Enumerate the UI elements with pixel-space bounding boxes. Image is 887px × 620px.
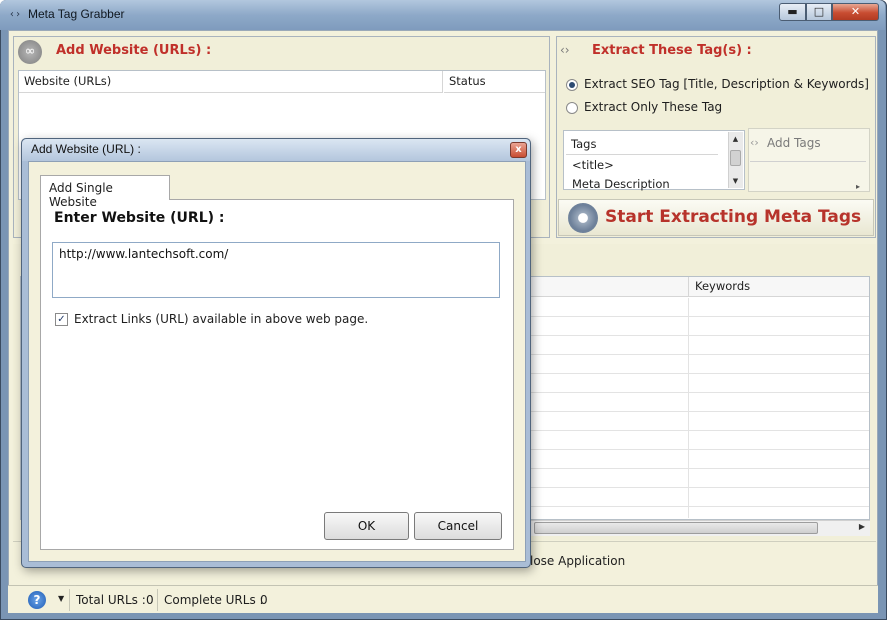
window-title: Meta Tag Grabber <box>28 7 125 21</box>
dialog-title: Add Website (URL) : <box>31 142 141 156</box>
extract-links-checkbox-label[interactable]: Extract Links (URL) available in above w… <box>74 312 368 326</box>
website-url-input[interactable]: http://www.lantechsoft.com/ <box>52 242 500 298</box>
scroll-down-icon[interactable]: ▼ <box>728 174 743 188</box>
scroll-up-icon[interactable]: ▲ <box>728 132 743 146</box>
ok-button[interactable]: OK <box>324 512 409 540</box>
seo-tag-radio-label[interactable]: Extract SEO Tag [Title, Description & Ke… <box>584 77 869 91</box>
column-header-website[interactable]: Website (URLs) <box>19 71 443 93</box>
tag-list-item[interactable]: <title> <box>572 158 614 172</box>
start-extracting-label[interactable]: Start Extracting Meta Tags <box>605 207 861 227</box>
tag-list-item[interactable]: Meta Description <box>572 177 670 191</box>
complete-urls-value: 0 <box>260 593 268 607</box>
complete-urls-label: Complete URLs : <box>164 593 264 607</box>
dialog-close-icon[interactable]: x <box>510 142 527 158</box>
extract-links-checkbox[interactable]: ✓ <box>55 313 68 326</box>
divider <box>157 589 158 611</box>
extract-tags-title: Extract These Tag(s) : <box>592 43 752 58</box>
app-icon: ‹› <box>8 9 22 20</box>
scroll-right-icon[interactable]: ▶ <box>856 521 868 533</box>
total-urls-value: 0 <box>146 593 154 607</box>
minimize-button[interactable]: ▬ <box>779 3 806 21</box>
total-urls-label: Total URLs : <box>76 593 146 607</box>
code-arrows-icon: ‹› <box>750 136 759 149</box>
gear-icon <box>568 203 598 233</box>
code-arrows-icon: ‹› <box>560 43 570 57</box>
maximize-button[interactable]: □ <box>806 3 832 21</box>
title-bar[interactable] <box>0 0 885 30</box>
column-divider <box>688 298 689 518</box>
only-these-tag-radio[interactable] <box>566 102 578 114</box>
close-window-button[interactable]: ✕ <box>832 3 879 21</box>
link-icon: ∞ <box>18 40 42 64</box>
scroll-thumb[interactable] <box>534 522 818 534</box>
tags-column-header: Tags <box>566 134 718 155</box>
add-website-title: Add Website (URLs) : <box>56 43 212 58</box>
add-tags-button[interactable]: Add Tags <box>767 136 821 150</box>
scroll-thumb[interactable] <box>730 150 741 166</box>
only-these-tag-radio-label[interactable]: Extract Only These Tag <box>584 100 722 114</box>
dropdown-arrow-icon[interactable]: ▼ <box>58 594 64 603</box>
cancel-button[interactable]: Cancel <box>414 512 502 540</box>
help-icon[interactable]: ? <box>28 591 46 609</box>
expand-icon[interactable]: ▸ <box>856 182 868 192</box>
close-application-button[interactable]: lose Application <box>530 554 625 568</box>
tab-add-single-website[interactable]: Add Single Website <box>40 175 170 209</box>
divider <box>750 161 866 162</box>
column-header-status[interactable]: Status <box>444 71 545 93</box>
column-header-keywords[interactable]: Keywords <box>688 277 869 297</box>
seo-tag-radio[interactable] <box>566 79 578 91</box>
divider <box>69 589 70 611</box>
enter-url-label: Enter Website (URL) : <box>54 210 225 226</box>
